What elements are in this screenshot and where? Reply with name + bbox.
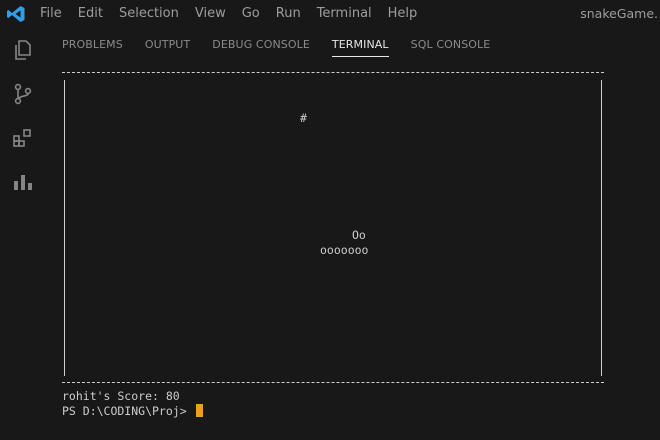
- activity-bar: [0, 28, 46, 440]
- menu-run[interactable]: Run: [276, 6, 301, 21]
- menu-file[interactable]: File: [40, 6, 62, 21]
- game-border-right: [601, 80, 602, 376]
- game-border-bottom: [62, 382, 604, 383]
- game-border-left: [64, 80, 65, 376]
- window-title: snakeGame.: [580, 6, 658, 21]
- extensions-icon[interactable]: [11, 126, 35, 150]
- tab-sql-console[interactable]: SQL CONSOLE: [411, 38, 491, 57]
- score-line: rohit's Score: 80: [62, 389, 180, 403]
- tab-problems[interactable]: PROBLEMS: [62, 38, 123, 57]
- terminal-panel: PROBLEMS OUTPUT DEBUG CONSOLE TERMINAL S…: [46, 28, 660, 440]
- menu-terminal[interactable]: Terminal: [317, 6, 372, 21]
- prompt-line: PS D:\CODING\Proj>: [62, 404, 203, 418]
- menu-selection[interactable]: Selection: [119, 6, 179, 21]
- snake-head: Oo: [352, 228, 366, 242]
- panel-tabs: PROBLEMS OUTPUT DEBUG CONSOLE TERMINAL S…: [62, 38, 512, 57]
- menu-view[interactable]: View: [195, 6, 226, 21]
- menu-bar: File Edit Selection View Go Run Terminal…: [40, 6, 433, 21]
- game-border-top: [62, 72, 604, 73]
- tab-debug-console[interactable]: DEBUG CONSOLE: [212, 38, 310, 57]
- menu-edit[interactable]: Edit: [78, 6, 103, 21]
- snake-body: ooooooo: [320, 243, 369, 257]
- terminal-output[interactable]: # Oo ooooooo rohit's Score: 80 PS D:\COD…: [62, 62, 622, 432]
- title-bar: File Edit Selection View Go Run Terminal…: [0, 0, 660, 28]
- menu-go[interactable]: Go: [242, 6, 260, 21]
- tab-terminal[interactable]: TERMINAL: [331, 38, 389, 57]
- source-control-icon[interactable]: [11, 82, 35, 106]
- vscode-logo-icon: [7, 6, 25, 22]
- chart-icon[interactable]: [11, 170, 35, 194]
- shell-prompt: PS D:\CODING\Proj>: [62, 404, 187, 418]
- explorer-icon[interactable]: [11, 38, 35, 62]
- terminal-cursor: [195, 404, 203, 417]
- menu-help[interactable]: Help: [388, 6, 418, 21]
- tab-output[interactable]: OUTPUT: [145, 38, 190, 57]
- food-pellet: #: [300, 111, 307, 125]
